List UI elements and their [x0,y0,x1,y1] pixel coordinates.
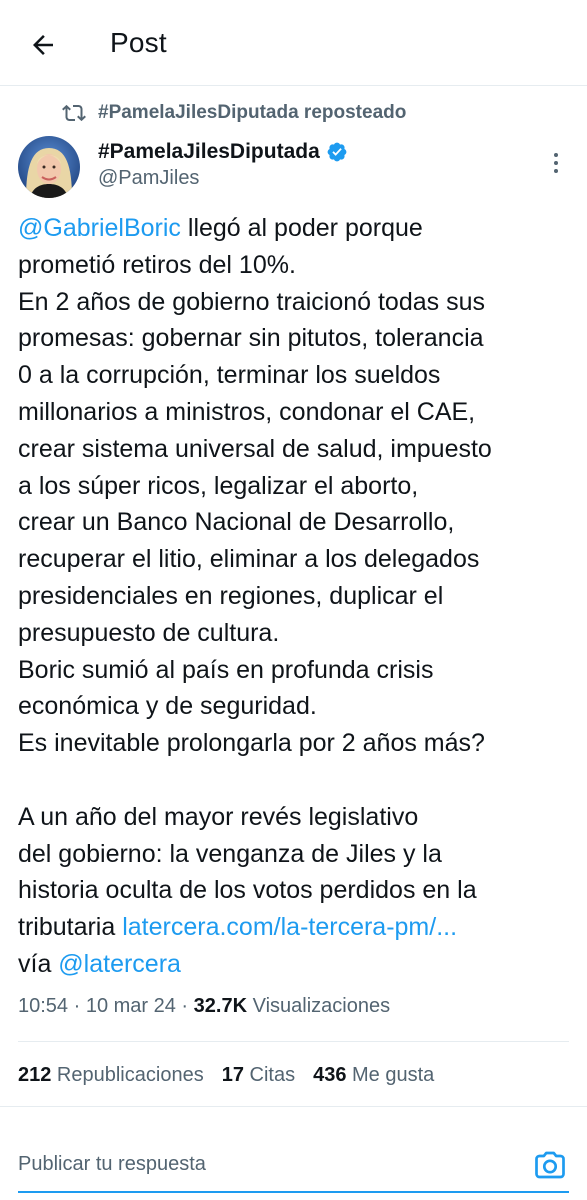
more-dot-icon [554,161,558,165]
views-count: 32.7K [193,995,248,1017]
back-button[interactable] [24,26,62,64]
post-meta: 10:54 · 10 mar 24 · 32.7K Visualizacione… [18,995,390,1018]
quotes-count: 17 [221,1064,244,1086]
likes-count: 436 [313,1064,347,1086]
views-label: Visualizaciones [247,995,391,1017]
engagement-stats: 212 Republicaciones 17 Citas 436 Me gust… [18,1064,452,1087]
page-title: Post [110,27,167,58]
repost-icon [62,104,86,122]
post-text-part: vía [18,949,52,978]
quotes-label: Citas [243,1064,296,1086]
repost-indicator[interactable]: #PamelaJilesDiputada reposteado [62,100,406,126]
arrow-left-icon [33,35,53,55]
verified-badge-icon [327,142,347,162]
likes-label: Me gusta [346,1064,435,1086]
top-bar: Post [0,0,587,86]
avatar-image [18,136,80,198]
reposts-label: Republicaciones [51,1064,204,1086]
post-text-part: llegó al poder porque prometió retiros d… [18,214,492,942]
reply-underline [18,1191,569,1193]
more-dot-icon [554,153,558,157]
divider [18,1041,569,1042]
reply-input[interactable]: Publicar tu respuesta [18,1153,206,1176]
author-handle[interactable]: @PamJiles [98,167,199,190]
author-name[interactable]: #PamelaJilesDiputada [98,140,348,164]
quotes-stat[interactable]: 17 Citas [222,1064,295,1087]
mention-link[interactable]: @GabrielBoric [18,214,181,242]
reply-composer: Publicar tu respuesta [0,1106,587,1200]
more-options-button[interactable] [546,148,566,178]
camera-icon[interactable] [532,1147,568,1183]
likes-stat[interactable]: 436 Me gusta [313,1064,434,1087]
author-name-text: #PamelaJilesDiputada [98,140,320,163]
mention-link[interactable]: @latercera [58,950,181,978]
url-link[interactable]: latercera.com/la-tercera-pm/... [122,913,457,941]
post-text: @GabrielBoric llegó al poder porque prom… [18,210,570,983]
reposts-stat[interactable]: 212 Republicaciones [18,1064,204,1087]
post-time[interactable]: 10:54 · 10 mar 24 · [18,995,194,1017]
repost-label: #PamelaJilesDiputada reposteado [98,102,407,123]
avatar[interactable] [18,136,80,198]
reposts-count: 212 [18,1064,52,1086]
more-dot-icon [554,169,558,173]
